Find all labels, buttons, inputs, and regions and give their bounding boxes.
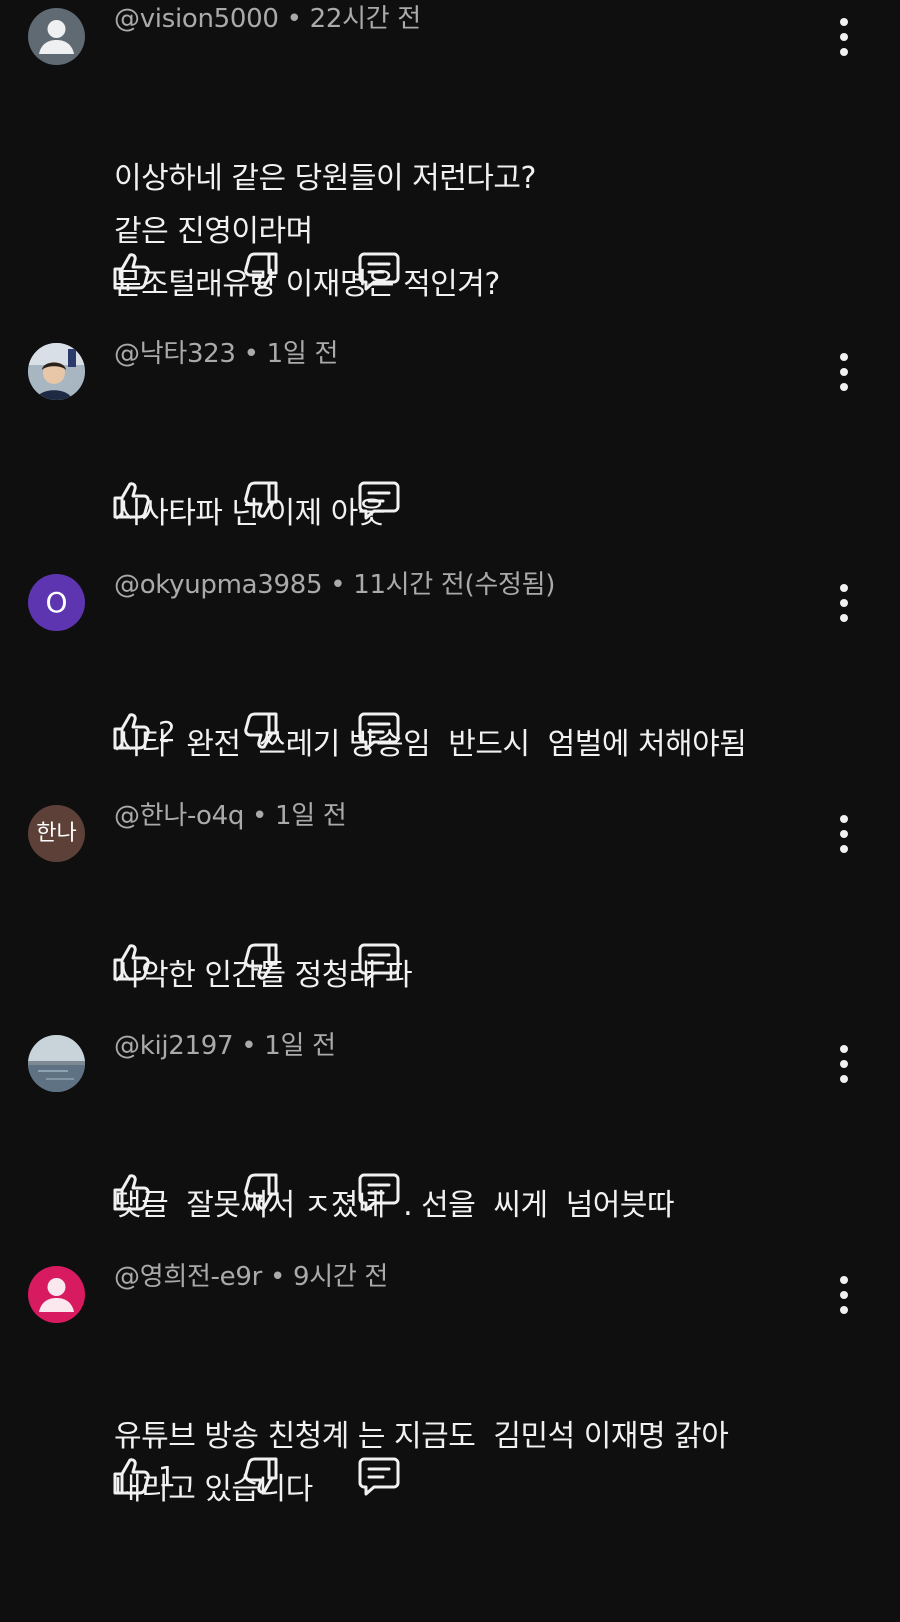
comment-meta: @낙타323 • 1일 전	[114, 333, 338, 370]
profile-photo	[28, 343, 85, 400]
avatar-initials: 한나	[36, 821, 77, 846]
reply-button[interactable]	[358, 1454, 400, 1498]
avatar-initials: O	[45, 586, 68, 619]
reply-button[interactable]	[358, 709, 400, 753]
meta-separator: •	[233, 1031, 265, 1061]
reply-button[interactable]	[358, 1170, 400, 1214]
author-handle[interactable]: @vision5000	[114, 4, 279, 34]
more-actions-button[interactable]	[832, 12, 856, 62]
avatar[interactable]: 한나	[28, 805, 85, 862]
like-button[interactable]	[112, 1170, 158, 1214]
comment-actions: 2	[112, 709, 432, 753]
comment-actions: 1	[112, 1454, 432, 1498]
thumbs-up-icon	[112, 1456, 150, 1496]
like-button[interactable]	[112, 249, 158, 293]
profile-photo	[28, 1035, 85, 1092]
thumbs-up-icon	[112, 711, 150, 751]
like-button[interactable]	[112, 940, 158, 984]
comment-line: 이상하네 같은 당원들이 저런다고?	[114, 161, 536, 196]
comment-meta: @kij2197 • 1일 전	[114, 1025, 336, 1062]
comment-actions	[112, 249, 432, 293]
thumbs-up-icon	[112, 1172, 150, 1212]
more-vert-icon	[832, 12, 856, 62]
dislike-button[interactable]	[244, 478, 282, 522]
reply-icon	[358, 1172, 400, 1212]
author-handle[interactable]: @okyupma3985	[114, 570, 323, 600]
meta-separator: •	[278, 4, 310, 34]
avatar[interactable]	[28, 1266, 85, 1323]
comment-time: 22시간 전	[309, 4, 422, 34]
avatar[interactable]	[28, 1035, 85, 1092]
more-vert-icon	[832, 347, 856, 397]
like-button[interactable]: 2	[112, 709, 176, 753]
author-handle[interactable]: @한나-o4q	[114, 801, 244, 831]
avatar[interactable]	[28, 343, 85, 400]
thumbs-down-icon	[244, 1456, 282, 1496]
default-avatar-icon	[39, 20, 74, 54]
like-button[interactable]: 1	[112, 1454, 176, 1498]
author-handle[interactable]: @낙타323	[114, 339, 236, 369]
more-actions-button[interactable]	[832, 578, 856, 628]
reply-icon	[358, 251, 400, 291]
dislike-button[interactable]	[244, 249, 282, 293]
comment-meta: @vision5000 • 22시간 전	[114, 0, 421, 35]
comment-actions	[112, 1170, 432, 1214]
more-vert-icon	[832, 809, 856, 859]
more-vert-icon	[832, 578, 856, 628]
avatar[interactable]: O	[28, 574, 85, 631]
comment-meta: @영희전-e9r • 9시간 전	[114, 1256, 388, 1293]
more-vert-icon	[832, 1039, 856, 1089]
more-actions-button[interactable]	[832, 1270, 856, 1320]
comment-time: 1일 전	[275, 801, 347, 831]
dislike-button[interactable]	[244, 940, 282, 984]
thumbs-down-icon	[244, 1172, 282, 1212]
author-handle[interactable]: @영희전-e9r	[114, 1262, 262, 1292]
comment-time: 11시간 전(수정됨)	[353, 570, 556, 600]
meta-separator: •	[322, 570, 354, 600]
default-avatar-icon	[39, 1278, 74, 1312]
meta-separator: •	[261, 1262, 293, 1292]
reply-icon	[358, 480, 400, 520]
avatar[interactable]	[28, 8, 85, 65]
comment-actions	[112, 478, 432, 522]
reply-icon	[358, 942, 400, 982]
more-actions-button[interactable]	[832, 1039, 856, 1089]
dislike-button[interactable]	[244, 1170, 282, 1214]
reply-button[interactable]	[358, 478, 400, 522]
reply-button[interactable]	[358, 249, 400, 293]
thumbs-down-icon	[244, 711, 282, 751]
thumbs-down-icon	[244, 251, 282, 291]
meta-separator: •	[235, 339, 267, 369]
like-button[interactable]	[112, 478, 158, 522]
author-handle[interactable]: @kij2197	[114, 1031, 234, 1061]
reply-icon	[358, 1456, 400, 1496]
comment-meta: @한나-o4q • 1일 전	[114, 795, 347, 832]
thumbs-up-icon	[112, 480, 150, 520]
reply-icon	[358, 711, 400, 751]
comment-meta: @okyupma3985 • 11시간 전(수정됨)	[114, 564, 555, 601]
thumbs-down-icon	[244, 480, 282, 520]
more-vert-icon	[832, 1270, 856, 1320]
more-actions-button[interactable]	[832, 809, 856, 859]
thumbs-up-icon	[112, 251, 150, 291]
more-actions-button[interactable]	[832, 347, 856, 397]
like-count: 1	[158, 1459, 176, 1493]
meta-separator: •	[244, 801, 276, 831]
dislike-button[interactable]	[244, 1454, 282, 1498]
dislike-button[interactable]	[244, 709, 282, 753]
comment-time: 9시간 전	[292, 1262, 389, 1292]
comment-actions	[112, 940, 432, 984]
thumbs-down-icon	[244, 942, 282, 982]
comment-time: 1일 전	[264, 1031, 336, 1061]
reply-button[interactable]	[358, 940, 400, 984]
thumbs-up-icon	[112, 942, 150, 982]
comment-time: 1일 전	[266, 339, 339, 369]
like-count: 2	[158, 714, 176, 748]
